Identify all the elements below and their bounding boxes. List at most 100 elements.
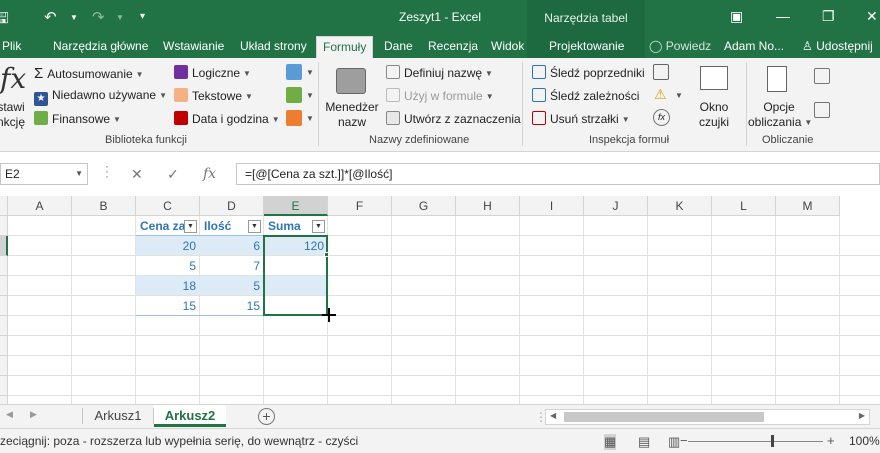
page-break-view-icon[interactable]: ▥ — [668, 434, 680, 450]
minimize-icon[interactable]: — — [776, 8, 790, 24]
table-cell[interactable]: 7 — [200, 256, 264, 276]
define-name-button[interactable]: Definiuj nazwę ▼ — [386, 65, 493, 80]
row-header[interactable] — [0, 236, 8, 256]
column-header-m[interactable]: M — [776, 196, 840, 216]
datetime-button[interactable]: Data i godzina ▼ — [174, 111, 280, 126]
scroll-right-icon[interactable]: ▶ — [859, 411, 865, 420]
insert-function-icon[interactable]: fx — [0, 62, 26, 95]
share-button[interactable]: ♙ Udostępnij — [796, 36, 879, 58]
column-header-l[interactable]: L — [712, 196, 776, 216]
table-cell[interactable]: 15 — [136, 296, 200, 316]
table-cell[interactable]: 15 — [200, 296, 264, 316]
math-icon[interactable] — [286, 87, 302, 103]
column-header-d[interactable]: D — [200, 196, 264, 216]
column-header-f[interactable]: F — [328, 196, 392, 216]
tab-view[interactable]: Widok — [485, 36, 530, 58]
recent-functions-button[interactable]: ★ Niedawno używane ▼ — [34, 88, 167, 106]
logical-button[interactable]: Logiczne ▼ — [174, 65, 251, 80]
show-formulas-icon[interactable] — [653, 64, 669, 80]
normal-view-icon[interactable]: ▦ — [604, 434, 617, 450]
tab-insert[interactable]: Wstawianie — [157, 36, 230, 58]
zoom-slider[interactable] — [688, 441, 823, 442]
tab-file[interactable]: Plik — [0, 36, 27, 58]
table-header-cell[interactable]: Suma — [264, 216, 312, 236]
enter-icon[interactable]: ✓ — [167, 166, 179, 183]
column-header-j[interactable]: J — [584, 196, 648, 216]
trace-dependents-button[interactable]: Śledź zależności — [532, 88, 639, 103]
next-sheet-icon[interactable]: ▶ — [30, 409, 37, 420]
table-cell[interactable]: 5 — [200, 276, 264, 296]
name-manager-icon[interactable] — [336, 68, 366, 94]
row-header[interactable] — [0, 396, 8, 404]
ribbon-display-icon[interactable]: ▣ — [730, 8, 743, 25]
tell-me-box[interactable]: ◯ Powiedz — [643, 36, 717, 58]
watch-window-icon[interactable] — [700, 66, 728, 90]
prev-sheet-icon[interactable]: ◀ — [6, 409, 13, 420]
zoom-out-icon[interactable]: − — [680, 433, 688, 448]
zoom-slider-thumb[interactable] — [771, 435, 774, 447]
tab-home[interactable]: Narzędzia główne — [47, 36, 154, 58]
insert-function-icon[interactable]: fx — [203, 166, 216, 182]
calc-now-icon[interactable] — [814, 68, 830, 84]
fill-handle[interactable] — [324, 252, 329, 257]
create-from-selection-button[interactable]: Utwórz z zaznaczenia — [386, 111, 521, 126]
column-header-c[interactable]: C — [136, 196, 200, 216]
row-header[interactable] — [0, 376, 8, 396]
insert-function-button[interactable]: stawi nkcję — [0, 100, 28, 130]
filter-dropdown-icon[interactable]: ▼ — [248, 220, 261, 233]
sheet-tab-arkusz1[interactable]: Arkusz1 — [83, 405, 153, 427]
scroll-left-icon[interactable]: ◀ — [550, 411, 556, 420]
table-header-cell[interactable]: Ilość — [200, 216, 248, 236]
row-header[interactable] — [0, 296, 8, 316]
formula-input[interactable]: =[@[Cena za szt.]]*[@Ilość] — [236, 163, 880, 185]
sheet-tab-arkusz2[interactable]: Arkusz2 — [154, 405, 226, 427]
zoom-in-icon[interactable]: + — [827, 433, 835, 448]
name-box[interactable]: E2 ▼ — [0, 163, 88, 185]
calc-options-button[interactable]: Opcje obliczania ▼ — [748, 100, 812, 130]
row-header[interactable] — [0, 356, 8, 376]
table-header-cell[interactable]: Cena za szt. — [136, 216, 184, 236]
table-cell[interactable]: 6 — [200, 236, 264, 256]
calc-sheet-icon[interactable] — [814, 102, 830, 118]
horizontal-scrollbar[interactable]: ◀ ▶ — [545, 409, 870, 425]
filter-dropdown-icon[interactable]: ▼ — [312, 220, 325, 233]
select-all-corner[interactable] — [0, 196, 8, 216]
evaluate-formula-icon[interactable]: fx — [653, 109, 670, 126]
text-button[interactable]: Tekstowe ▼ — [174, 88, 253, 103]
financial-button[interactable]: Finansowe ▼ — [34, 111, 121, 126]
maximize-icon[interactable]: ❐ — [822, 8, 835, 25]
tab-page-layout[interactable]: Układ strony — [234, 36, 313, 58]
filter-dropdown-icon[interactable]: ▼ — [184, 220, 197, 233]
close-icon[interactable]: ✕ — [866, 8, 878, 25]
table-cell[interactable]: 5 — [136, 256, 200, 276]
watch-window-button[interactable]: Okno czujki — [692, 100, 736, 130]
column-header-k[interactable]: K — [648, 196, 712, 216]
tab-formulas[interactable]: Formuły — [316, 36, 374, 58]
autosum-button[interactable]: Σ Autosumowanie ▼ — [34, 65, 144, 82]
row-header[interactable] — [0, 256, 8, 276]
column-header-i[interactable]: I — [520, 196, 584, 216]
page-layout-view-icon[interactable]: ▤ — [638, 434, 650, 450]
user-account[interactable]: Adam No... — [718, 36, 790, 58]
zoom-level[interactable]: 100% — [849, 434, 880, 448]
column-header-a[interactable]: A — [8, 196, 72, 216]
worksheet-grid[interactable]: ABCDEFGHIJKLM Cena za szt.▼Ilość▼Suma▼20… — [0, 196, 880, 404]
table-cell[interactable]: 20 — [136, 236, 200, 256]
add-sheet-icon[interactable]: + — [258, 408, 275, 425]
column-header-e[interactable]: E — [264, 196, 328, 216]
column-header-g[interactable]: G — [392, 196, 456, 216]
row-header[interactable] — [0, 216, 8, 236]
column-header-b[interactable]: B — [72, 196, 136, 216]
row-header[interactable] — [0, 316, 8, 336]
table-cell[interactable]: 18 — [136, 276, 200, 296]
error-check-icon[interactable]: ⚠ — [654, 86, 667, 103]
tab-review[interactable]: Recenzja — [422, 36, 484, 58]
calculator-icon[interactable] — [767, 66, 787, 92]
remove-arrows-button[interactable]: Usuń strzałki ▼ — [532, 111, 630, 126]
column-header-h[interactable]: H — [456, 196, 520, 216]
tab-data[interactable]: Dane — [378, 36, 419, 58]
name-manager-button[interactable]: Menedżer nazw — [322, 100, 382, 130]
lookup-icon[interactable] — [286, 64, 302, 80]
scroll-thumb[interactable] — [564, 412, 764, 422]
tab-design[interactable]: Projektowanie — [543, 36, 630, 58]
